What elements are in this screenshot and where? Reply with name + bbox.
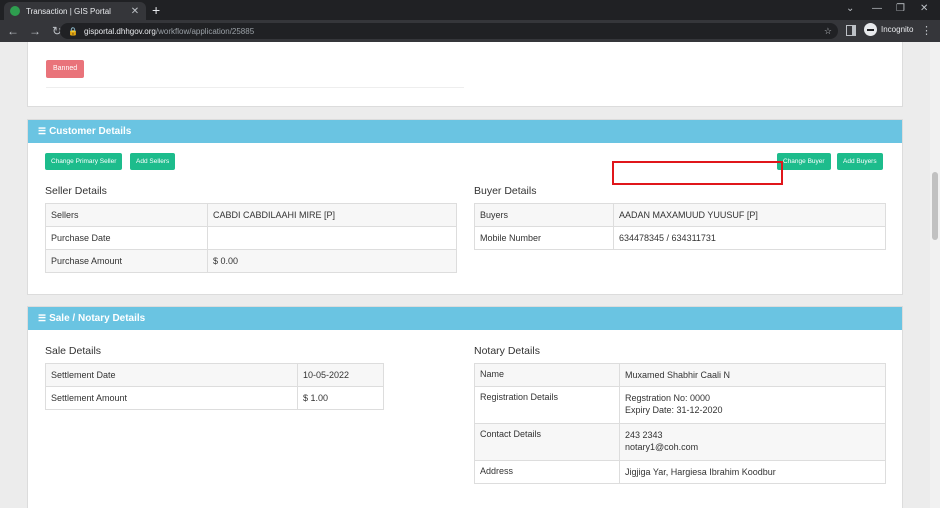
row-value <box>207 226 457 250</box>
contact-email: notary1@coh.com <box>625 442 699 452</box>
row-value: 243 2343 notary1@coh.com <box>619 423 886 461</box>
banned-button[interactable]: Banned <box>46 60 85 78</box>
table-row: Registration Details Regstration No: 000… <box>474 386 886 424</box>
row-value: $ 0.00 <box>207 249 457 273</box>
seller-details-heading: Seller Details <box>45 185 107 197</box>
row-value: Jigjiga Yar, Hargiesa Ibrahim Koodbur <box>619 460 886 484</box>
row-label: Registration Details <box>474 386 620 424</box>
panel-title: Sale / Notary Details <box>49 313 146 324</box>
sale-notary-header: ☰ Sale / Notary Details <box>28 307 902 330</box>
table-row: Settlement Amount $ 1.00 <box>45 386 384 410</box>
list-icon: ☰ <box>38 313 46 323</box>
row-label: Mobile Number <box>474 226 614 250</box>
tab-title: Transaction | GIS Portal <box>26 6 111 16</box>
row-label: Address <box>474 460 620 484</box>
expiry-date: Expiry Date: 31-12-2020 <box>625 405 723 415</box>
page-scrollbar[interactable] <box>930 42 940 508</box>
star-icon[interactable]: ☆ <box>824 26 832 37</box>
row-label: Contact Details <box>474 423 620 461</box>
menu-icon[interactable]: ⋮ <box>921 24 932 37</box>
scroll-thumb[interactable] <box>932 172 938 240</box>
row-label: Purchase Amount <box>45 249 208 273</box>
notary-details-heading: Notary Details <box>474 345 540 357</box>
url-path: /workflow/application/25885 <box>155 26 255 36</box>
table-row: Purchase Amount $ 0.00 <box>45 249 457 273</box>
profile-label: Incognito <box>881 25 914 34</box>
change-buyer-button[interactable]: Change Buyer <box>777 153 831 170</box>
browser-tab[interactable]: Transaction | GIS Portal ✕ <box>4 2 146 20</box>
lock-icon[interactable]: 🔒 <box>68 27 78 36</box>
favicon-icon <box>10 6 20 16</box>
address-bar: ← → ↻ 🔒 gisportal.dhhgov.org /workflow/a… <box>0 20 940 42</box>
buyer-details-heading: Buyer Details <box>474 185 537 197</box>
minimize-icon[interactable]: — <box>872 2 882 16</box>
buyer-details-table: Buyers AADAN MAXAMUUD YUUSUF [P] Mobile … <box>474 203 886 250</box>
buyer-highlight-box <box>612 161 783 185</box>
registration-number: Regstration No: 0000 <box>625 393 711 403</box>
add-sellers-button[interactable]: Add Sellers <box>130 153 176 170</box>
side-panel-icon[interactable] <box>846 25 856 36</box>
table-row: Buyers AADAN MAXAMUUD YUUSUF [P] <box>474 203 886 227</box>
row-value: Muxamed Shabhir Caali N <box>619 363 886 387</box>
table-row: Mobile Number 634478345 / 634311731 <box>474 226 886 250</box>
profile-button[interactable]: Incognito <box>864 23 913 36</box>
url-input[interactable]: 🔒 gisportal.dhhgov.org /workflow/applica… <box>60 23 838 39</box>
forward-icon[interactable]: → <box>26 24 44 38</box>
url-host: gisportal.dhhgov.org <box>83 26 156 36</box>
row-value: AADAN MAXAMUUD YUUSUF [P] <box>613 203 886 227</box>
table-row: Settlement Date 10-05-2022 <box>45 363 384 387</box>
close-window-icon[interactable]: ✕ <box>920 2 928 16</box>
sale-details-heading: Sale Details <box>45 345 102 357</box>
notary-details-table: Name Muxamed Shabhir Caali N Registratio… <box>474 363 886 484</box>
customer-details-panel: ☰ Customer Details Change Primary Seller… <box>27 119 903 295</box>
list-icon: ☰ <box>38 126 46 136</box>
seller-details-table: Sellers CABDI CABDILAAHI MIRE [P] Purcha… <box>45 203 457 273</box>
change-primary-seller-button[interactable]: Change Primary Seller <box>45 153 123 170</box>
row-label: Sellers <box>45 203 208 227</box>
notary-name: Muxamed Shabhir Caali N <box>625 370 731 380</box>
browser-tab-bar: Transaction | GIS Portal ✕ + ⌄ — ❐ ✕ <box>0 0 940 20</box>
contact-phone: 243 2343 <box>625 430 663 440</box>
table-row: Purchase Date <box>45 226 457 250</box>
add-buyers-button[interactable]: Add Buyers <box>837 153 883 170</box>
row-value: Regstration No: 0000 Expiry Date: 31-12-… <box>619 386 886 424</box>
row-label: Purchase Date <box>45 226 208 250</box>
sale-details-table: Settlement Date 10-05-2022 Settlement Am… <box>45 363 384 410</box>
row-value: 634478345 / 634311731 <box>613 226 886 250</box>
row-label: Name <box>474 363 620 387</box>
new-tab-button[interactable]: + <box>152 2 160 18</box>
sale-notary-panel: ☰ Sale / Notary Details Sale Details Set… <box>27 306 903 508</box>
row-label: Settlement Amount <box>45 386 298 410</box>
row-label: Buyers <box>474 203 614 227</box>
divider <box>46 87 464 88</box>
row-value: $ 1.00 <box>297 386 384 410</box>
close-icon[interactable]: ✕ <box>130 6 140 17</box>
chevron-down-icon[interactable]: ⌄ <box>846 2 854 16</box>
table-row: Sellers CABDI CABDILAAHI MIRE [P] <box>45 203 457 227</box>
table-row: Address Jigjiga Yar, Hargiesa Ibrahim Ko… <box>474 460 886 484</box>
panel-title: Customer Details <box>49 126 132 137</box>
restore-icon[interactable]: ❐ <box>896 2 905 16</box>
table-row: Name Muxamed Shabhir Caali N <box>474 363 886 387</box>
row-label: Settlement Date <box>45 363 298 387</box>
row-value: CABDI CABDILAAHI MIRE [P] <box>207 203 457 227</box>
notary-address: Jigjiga Yar, Hargiesa Ibrahim Koodbur <box>625 467 776 477</box>
page-content: Banned ☰ Customer Details Change Primary… <box>0 42 930 508</box>
table-row: Contact Details 243 2343 notary1@coh.com <box>474 423 886 461</box>
back-icon[interactable]: ← <box>4 24 22 38</box>
customer-details-header: ☰ Customer Details <box>28 120 902 143</box>
incognito-icon <box>864 23 877 36</box>
status-card: Banned <box>27 42 903 107</box>
row-value: 10-05-2022 <box>297 363 384 387</box>
